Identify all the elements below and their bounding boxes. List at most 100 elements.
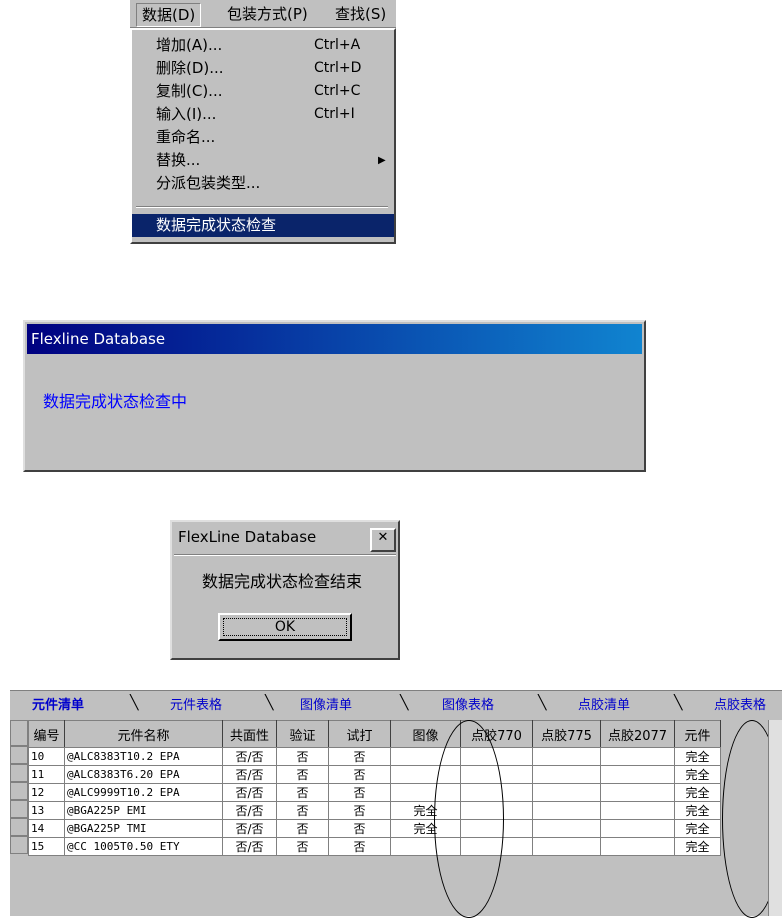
menu-item-label: 删除(D)... <box>156 59 224 77</box>
table-row[interactable]: 11 @ALC8383T6.20 EPA 否/否否否完全 <box>28 765 721 784</box>
table-cell[interactable]: 否 <box>276 819 329 838</box>
tab-component-list[interactable]: 元件清单 <box>32 693 85 719</box>
table-cell[interactable]: 完全 <box>674 747 721 766</box>
column-header[interactable]: 元件名称 <box>64 720 223 748</box>
table-cell[interactable]: 13 <box>28 801 65 820</box>
column-header[interactable]: 验证 <box>276 720 329 748</box>
table-cell[interactable]: @CC 1005T0.50 ETY <box>64 837 223 856</box>
table-cell[interactable]: 完全 <box>674 801 721 820</box>
menu-item-assign-package-type[interactable]: 分派包装类型... <box>132 172 394 195</box>
table-cell[interactable]: 否 <box>276 747 329 766</box>
table-cell[interactable] <box>532 765 601 784</box>
table-cell[interactable]: 否 <box>276 783 329 802</box>
vertical-scrollbar[interactable] <box>768 720 782 916</box>
row-header[interactable] <box>10 782 28 800</box>
column-header[interactable]: 点胶2077 <box>600 720 675 748</box>
menu-data[interactable]: 数据(D) <box>136 3 202 27</box>
table-cell[interactable] <box>600 837 675 856</box>
table-cell[interactable] <box>600 819 675 838</box>
menu-item-copy[interactable]: 复制(C)... Ctrl+C <box>132 80 394 103</box>
table-cell[interactable]: 12 <box>28 783 65 802</box>
table-cell[interactable]: @ALC9999T10.2 EPA <box>64 783 223 802</box>
ok-button[interactable]: OK <box>218 613 352 641</box>
divider <box>174 554 396 556</box>
table-row[interactable]: 13 @BGA225P EMI 否/否否否完全 完全 <box>28 801 721 820</box>
tab-dispense-table[interactable]: 点胶表格 <box>714 693 766 719</box>
table-cell[interactable]: 否 <box>328 765 391 784</box>
dialog-title: FlexLine Database <box>178 528 317 546</box>
menu-item-label: 分派包装类型... <box>156 174 261 192</box>
table-cell[interactable]: @BGA225P EMI <box>64 801 223 820</box>
table-cell[interactable]: 否 <box>276 765 329 784</box>
table-cell[interactable]: 否/否 <box>222 819 277 838</box>
table-cell[interactable]: 否 <box>328 801 391 820</box>
table-cell[interactable] <box>600 747 675 766</box>
menu-find[interactable]: 查找(S) <box>330 3 391 25</box>
table-cell[interactable] <box>532 801 601 820</box>
row-header[interactable] <box>10 764 28 782</box>
table-cell[interactable]: 完全 <box>674 837 721 856</box>
table-cell[interactable]: 否 <box>328 783 391 802</box>
table-cell[interactable]: 11 <box>28 765 65 784</box>
table-cell[interactable]: @ALC8383T10.2 EPA <box>64 747 223 766</box>
table-cell[interactable]: 否/否 <box>222 837 277 856</box>
tab-dispense-list[interactable]: 点胶清单 <box>578 693 630 719</box>
tab-image-list[interactable]: 图像清单 <box>300 693 352 719</box>
close-icon[interactable]: ✕ <box>370 528 396 552</box>
row-header[interactable] <box>10 836 28 854</box>
menu-item-add[interactable]: 增加(A)... Ctrl+A <box>132 34 394 57</box>
table-cell[interactable]: @ALC8383T6.20 EPA <box>64 765 223 784</box>
table-cell[interactable]: 否 <box>276 837 329 856</box>
tab-component-table[interactable]: 元件表格 <box>170 693 222 719</box>
table-cell[interactable] <box>532 837 601 856</box>
table-cell[interactable]: 15 <box>28 837 65 856</box>
table-cell[interactable]: @BGA225P TMI <box>64 819 223 838</box>
row-header[interactable] <box>10 746 28 764</box>
row-header[interactable] <box>10 800 28 818</box>
tab-image-table[interactable]: 图像表格 <box>442 693 494 719</box>
highlight-ellipse-image <box>434 720 504 918</box>
table-cell[interactable]: 否 <box>328 837 391 856</box>
menu-package-method[interactable]: 包装方式(P) <box>222 3 313 25</box>
column-header[interactable]: 点胶775 <box>532 720 601 748</box>
column-header[interactable]: 元件 <box>674 720 721 748</box>
table-cell[interactable] <box>532 747 601 766</box>
table-cell[interactable] <box>532 783 601 802</box>
column-header[interactable]: 共面性 <box>222 720 277 748</box>
table-cell[interactable]: 完全 <box>674 765 721 784</box>
menu-item-delete[interactable]: 删除(D)... Ctrl+D <box>132 57 394 80</box>
dialog-message: 数据完成状态检查结束 <box>202 572 363 591</box>
table-cell[interactable]: 否/否 <box>222 765 277 784</box>
table-cell[interactable]: 否/否 <box>222 801 277 820</box>
table-cell[interactable]: 否 <box>276 801 329 820</box>
table-cell[interactable]: 10 <box>28 747 65 766</box>
tab-divider: ╲ <box>130 695 139 711</box>
table-row[interactable]: 10 @ALC8383T10.2 EPA 否/否否否完全 <box>28 747 721 766</box>
tab-divider: ╲ <box>538 695 547 711</box>
table-cell[interactable]: 否 <box>328 819 391 838</box>
table-cell[interactable]: 完全 <box>674 819 721 838</box>
menu-item-rename[interactable]: 重命名... <box>132 126 394 149</box>
component-table: 编号 元件名称 共面性 验证 试打 图像 点胶770 点胶775 点胶2077 … <box>28 720 721 856</box>
table-cell[interactable]: 否 <box>328 747 391 766</box>
menu-item-replace[interactable]: 替换... ▶ <box>132 149 394 172</box>
table-cell[interactable]: 14 <box>28 819 65 838</box>
menu-item-input[interactable]: 输入(I)... Ctrl+I <box>132 103 394 126</box>
table-row[interactable]: 12 @ALC9999T10.2 EPA 否/否否否完全 <box>28 783 721 802</box>
menu-item-label: 输入(I)... <box>156 105 217 123</box>
table-cell[interactable]: 否/否 <box>222 783 277 802</box>
table-row[interactable]: 14 @BGA225P TMI 否/否否否完全 完全 <box>28 819 721 838</box>
table-cell[interactable]: 否/否 <box>222 747 277 766</box>
table-row[interactable]: 15 @CC 1005T0.50 ETY 否/否否否完全 <box>28 837 721 856</box>
table-cell[interactable]: 完全 <box>674 783 721 802</box>
column-header[interactable]: 试打 <box>328 720 391 748</box>
row-header[interactable] <box>10 818 28 836</box>
table-cell[interactable] <box>600 783 675 802</box>
menu-item-shortcut: Ctrl+A <box>314 37 361 53</box>
menu-item-shortcut: Ctrl+I <box>314 106 355 122</box>
table-cell[interactable] <box>600 801 675 820</box>
column-header[interactable]: 编号 <box>28 720 65 748</box>
table-cell[interactable] <box>600 765 675 784</box>
table-cell[interactable] <box>532 819 601 838</box>
menu-item-data-completion-check[interactable]: 数据完成状态检查 <box>132 214 394 237</box>
